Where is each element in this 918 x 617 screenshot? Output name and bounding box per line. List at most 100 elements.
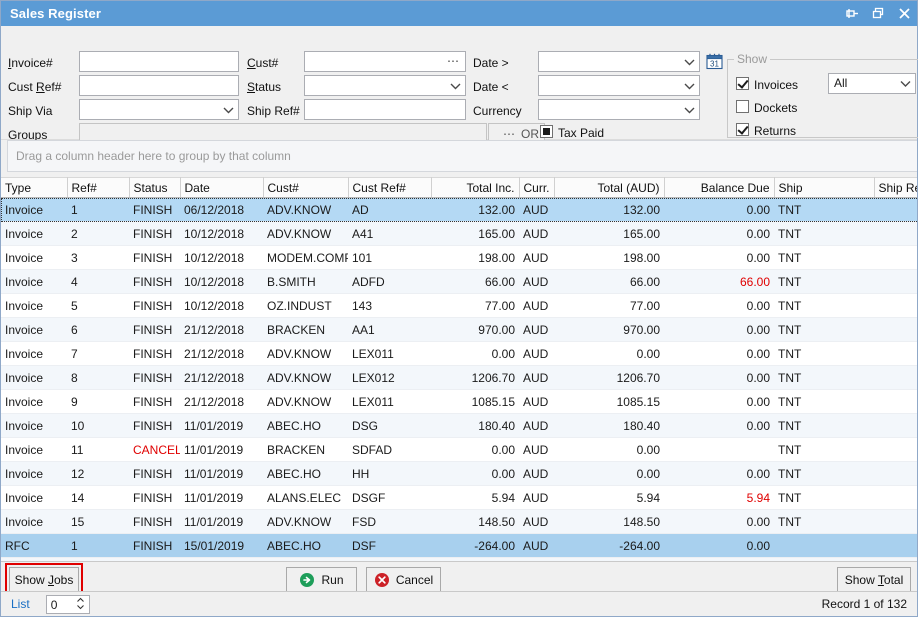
cell-curr: AUD bbox=[519, 485, 554, 510]
invoices-checkbox[interactable] bbox=[736, 77, 749, 90]
list-label[interactable]: List bbox=[11, 597, 30, 611]
cell-totalinc: 1206.70 bbox=[431, 365, 519, 390]
cell-date: 11/01/2019 bbox=[180, 413, 263, 438]
cell-balance: 0.00 bbox=[664, 293, 774, 318]
show-scope-select[interactable]: All bbox=[828, 73, 916, 94]
run-label: Run bbox=[321, 572, 344, 587]
cell-custref: FSD bbox=[348, 509, 431, 534]
cell-status: FINISH bbox=[129, 269, 180, 294]
table-row[interactable]: Invoice 3 FINISH 10/12/2018 MODEM.COMP 101 198… bbox=[1, 245, 917, 270]
cell-cust: ADV.KNOW bbox=[263, 221, 348, 246]
cell-balance: 0.00 bbox=[664, 461, 774, 486]
pin-icon[interactable] bbox=[845, 7, 859, 21]
table-row[interactable]: Invoice 6 FINISH 21/12/2018 BRACKEN AA1 970.00… bbox=[1, 317, 917, 342]
grid-header-status[interactable]: Status bbox=[129, 177, 181, 198]
cell-shipref bbox=[874, 365, 917, 390]
invoice-number-label: Invoice# bbox=[8, 56, 53, 70]
ship-ref-input[interactable] bbox=[304, 99, 466, 120]
grid-header-curr[interactable]: Curr. bbox=[519, 177, 555, 198]
cell-shipref bbox=[874, 389, 917, 414]
cell-shipref bbox=[874, 341, 917, 366]
grid-header-type[interactable]: Type bbox=[1, 177, 68, 198]
grid-header-balance[interactable]: Balance Due bbox=[664, 177, 775, 198]
table-row[interactable]: Invoice 12 FINISH 11/01/2019 ABEC.HO HH 0.00 AU… bbox=[1, 461, 917, 486]
cell-totalaud: 5.94 bbox=[554, 485, 664, 510]
cell-ref: 1 bbox=[67, 533, 129, 558]
cell-curr: AUD bbox=[519, 533, 554, 558]
cell-type: Invoice bbox=[1, 317, 67, 342]
grid-header-shipref[interactable]: Ship Ref# bbox=[874, 177, 917, 198]
stepper-arrows-icon[interactable] bbox=[76, 597, 85, 610]
table-row[interactable]: Invoice 11 CANCEL 11/01/2019 BRACKEN SDFAD 0.0… bbox=[1, 437, 917, 462]
show-jobs-button[interactable]: Show Jobs bbox=[5, 563, 83, 596]
cell-status: FINISH bbox=[129, 533, 180, 558]
run-button[interactable]: Run bbox=[286, 567, 357, 592]
table-row[interactable]: Invoice 10 FINISH 11/01/2019 ABEC.HO DSG 180.4… bbox=[1, 413, 917, 438]
cell-custref: AA1 bbox=[348, 317, 431, 342]
cust-ref-input[interactable] bbox=[79, 75, 239, 96]
table-row[interactable]: Invoice 7 FINISH 21/12/2018 ADV.KNOW LEX011 0.… bbox=[1, 341, 917, 366]
grid-header-custref[interactable]: Cust Ref# bbox=[348, 177, 432, 198]
window-title: Sales Register bbox=[10, 6, 102, 21]
table-row[interactable]: RFC 1 FINISH 15/01/2019 ABEC.HO DSF -264.00 AUD… bbox=[1, 533, 917, 558]
invoice-number-input[interactable] bbox=[79, 51, 239, 72]
calendar-icon[interactable]: 31 bbox=[706, 53, 723, 70]
date-greater-select[interactable] bbox=[538, 51, 700, 72]
date-less-select[interactable] bbox=[538, 75, 700, 96]
table-row[interactable]: Invoice 5 FINISH 10/12/2018 OZ.INDUST 143 77.0… bbox=[1, 293, 917, 318]
table-row[interactable]: Invoice 4 FINISH 10/12/2018 B.SMITH ADFD 66.00… bbox=[1, 269, 917, 294]
status-select[interactable] bbox=[304, 75, 466, 96]
cell-totalaud: 77.00 bbox=[554, 293, 664, 318]
close-icon[interactable] bbox=[897, 7, 911, 21]
run-icon bbox=[299, 572, 315, 588]
list-count-stepper[interactable]: 0 bbox=[45, 594, 90, 614]
returns-checkbox[interactable] bbox=[736, 123, 749, 136]
cell-cust: ABEC.HO bbox=[263, 413, 348, 438]
group-by-drop-area[interactable]: Drag a column header here to group by th… bbox=[7, 140, 917, 172]
cell-ship: TNT bbox=[774, 389, 874, 414]
grid-header-ship[interactable]: Ship bbox=[774, 177, 875, 198]
cust-number-input[interactable]: ⋯ bbox=[304, 51, 466, 72]
cell-status: FINISH bbox=[129, 293, 180, 318]
cancel-button[interactable]: Cancel bbox=[366, 567, 441, 592]
ellipsis-icon[interactable]: ⋯ bbox=[447, 54, 460, 68]
show-total-button[interactable]: Show Total bbox=[837, 567, 911, 592]
cell-ship: TNT bbox=[774, 509, 874, 534]
grid-header-totalinc[interactable]: Total Inc. bbox=[431, 177, 520, 198]
sales-grid[interactable]: Type Ref# Status Date Cust# Cust Ref# Total In… bbox=[1, 177, 917, 561]
cell-custref: HH bbox=[348, 461, 431, 486]
currency-select[interactable] bbox=[538, 99, 700, 120]
cell-curr: AUD bbox=[519, 461, 554, 486]
grid-header-date[interactable]: Date bbox=[180, 177, 264, 198]
restore-icon[interactable] bbox=[871, 7, 885, 21]
cell-totalinc: 0.00 bbox=[431, 461, 519, 486]
show-total-label: Show Total bbox=[844, 572, 904, 587]
cell-cust: BRACKEN bbox=[263, 437, 348, 462]
grid-header-cust[interactable]: Cust# bbox=[263, 177, 349, 198]
cell-totalaud: -264.00 bbox=[554, 533, 664, 558]
table-row[interactable]: Invoice 9 FINISH 21/12/2018 ADV.KNOW LEX011 10… bbox=[1, 389, 917, 414]
cell-status: FINISH bbox=[129, 245, 180, 270]
table-row[interactable]: Invoice 1 FINISH 06/12/2018 ADV.KNOW AD 132.00… bbox=[1, 197, 917, 222]
table-row[interactable]: Invoice 2 FINISH 10/12/2018 ADV.KNOW A41 165.0… bbox=[1, 221, 917, 246]
ship-via-select[interactable] bbox=[79, 99, 239, 120]
cell-ship: TNT bbox=[774, 413, 874, 438]
cell-totalinc: 0.00 bbox=[431, 437, 519, 462]
table-row[interactable]: Invoice 14 FINISH 11/01/2019 ALANS.ELEC DSGF 5… bbox=[1, 485, 917, 510]
cell-totalaud: 0.00 bbox=[554, 437, 664, 462]
grid-header-totalaud[interactable]: Total (AUD) bbox=[554, 177, 665, 198]
window-controls bbox=[845, 1, 911, 26]
cell-curr: AUD bbox=[519, 341, 554, 366]
dockets-checkbox[interactable] bbox=[736, 100, 749, 113]
cell-totalaud: 0.00 bbox=[554, 341, 664, 366]
cell-custref: DSGF bbox=[348, 485, 431, 510]
cust-ref-label: Cust Ref# bbox=[8, 80, 62, 94]
grid-header-ref[interactable]: Ref# bbox=[67, 177, 130, 198]
cell-totalaud: 970.00 bbox=[554, 317, 664, 342]
table-row[interactable]: Invoice 15 FINISH 11/01/2019 ADV.KNOW FSD 148.… bbox=[1, 509, 917, 534]
cell-shipref bbox=[874, 413, 917, 438]
table-row[interactable]: Invoice 8 FINISH 21/12/2018 ADV.KNOW LEX012 12… bbox=[1, 365, 917, 390]
cell-balance: 5.94 bbox=[664, 485, 774, 510]
svg-text:31: 31 bbox=[710, 60, 719, 69]
tax-paid-checkbox[interactable] bbox=[540, 125, 553, 138]
